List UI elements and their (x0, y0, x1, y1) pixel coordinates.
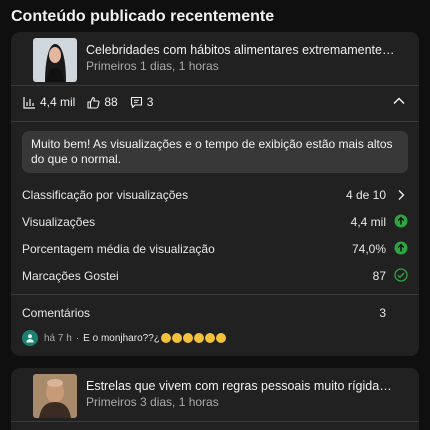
metric-label: Porcentagem média de visualização (22, 242, 215, 256)
metric-value: 74,0% (351, 242, 386, 256)
section-title: Conteúdo publicado recentemente (11, 8, 275, 25)
divider (11, 421, 419, 422)
metric-label: Visualizações (22, 215, 96, 229)
video-title[interactable]: Celebridades com hábitos alimentares ext… (86, 43, 396, 57)
video-age: Primeiros 3 dias, 1 horas (86, 395, 219, 409)
metric-value: 4,4 mil (350, 215, 386, 229)
laughing-emoji-icon (215, 333, 226, 343)
video-card[interactable]: Celebridades com hábitos alimentares ext… (11, 32, 419, 356)
video-thumbnail[interactable] (33, 38, 77, 82)
metric-label: Marcações Gostei (22, 269, 119, 283)
chevron-up-icon[interactable] (391, 93, 407, 109)
comments-stat: 3 (130, 95, 154, 109)
comment-text: E o monjharo??¿ (83, 332, 160, 344)
video-title[interactable]: Estrelas que vivem com regras pessoais m… (86, 379, 396, 393)
performance-alert: Muito bem! As visualizações e o tempo de… (22, 131, 408, 173)
emoji-row (160, 329, 226, 347)
video-thumbnail[interactable] (33, 374, 77, 418)
arrow-up-green-icon (394, 241, 408, 255)
metric-row-avg-view: Porcentagem média de visualização 74,0% (22, 240, 408, 258)
thumbs-up-icon (87, 96, 100, 109)
stats-row: 4,4 mil 88 3 (23, 93, 165, 111)
views-count: 4,4 mil (40, 95, 76, 109)
comment-icon (130, 96, 142, 108)
divider (11, 85, 419, 86)
laughing-emoji-icon (204, 333, 215, 343)
video-age: Primeiros 1 dias, 1 horas (86, 59, 219, 73)
avatar (22, 330, 38, 346)
laughing-emoji-icon (193, 333, 204, 343)
video-row[interactable]: Celebridades com hábitos alimentares ext… (11, 32, 419, 87)
metric-row-ranking[interactable]: Classificação por visualizações 4 de 10 (22, 186, 408, 204)
chevron-right-icon[interactable] (394, 187, 408, 203)
laughing-emoji-icon (160, 333, 171, 343)
video-row[interactable]: Estrelas que vivem com regras pessoais m… (11, 368, 419, 423)
divider (11, 294, 419, 295)
video-card[interactable]: Estrelas que vivem com regras pessoais m… (11, 368, 419, 430)
divider (11, 121, 419, 122)
arrow-up-green-icon (394, 214, 408, 228)
latest-comment[interactable]: há 7 h · E o monjharo??¿ (22, 329, 226, 347)
metric-row-views: Visualizações 4,4 mil (22, 213, 408, 231)
comment-time: há 7 h (44, 332, 72, 344)
separator-dot: · (75, 332, 80, 344)
metric-value: 87 (372, 269, 386, 283)
views-stat: 4,4 mil (23, 95, 75, 109)
metric-row-likes: Marcações Gostei 87 (22, 267, 408, 285)
likes-count: 88 (104, 95, 118, 109)
bar-chart-icon (23, 96, 35, 109)
check-circle-icon (394, 268, 408, 282)
likes-stat: 88 (87, 95, 118, 109)
laughing-emoji-icon (171, 333, 182, 343)
comments-total: 3 (379, 306, 386, 320)
metric-label: Classificação por visualizações (22, 188, 189, 202)
metric-value: 4 de 10 (345, 188, 386, 202)
laughing-emoji-icon (182, 333, 193, 343)
comments-count: 3 (146, 95, 154, 109)
comments-label[interactable]: Comentários (22, 306, 90, 320)
